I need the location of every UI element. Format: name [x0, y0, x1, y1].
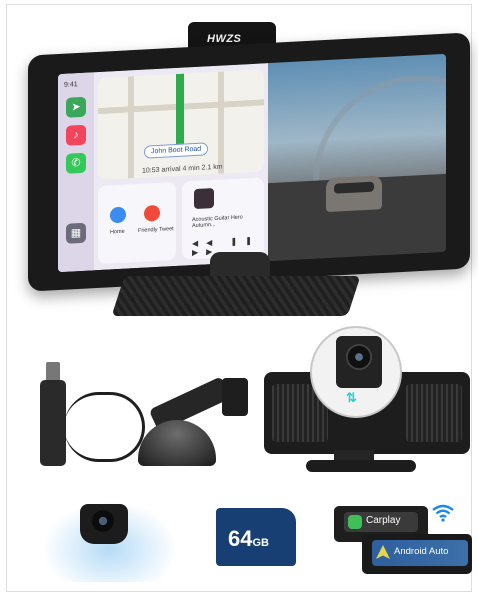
map-route: [176, 73, 184, 144]
map-destination-label: John Boot Road: [144, 142, 209, 159]
phone-icon[interactable]: ✆: [66, 152, 86, 174]
map-street: [128, 76, 134, 179]
anti-slip-base: [111, 276, 361, 316]
sd-capacity-unit: GB: [252, 537, 269, 549]
song-title: Acoustic Guitar Hero Autumn...: [192, 214, 243, 230]
sd-capacity-number: 64: [228, 526, 253, 551]
android-auto-label: Android Auto: [394, 546, 449, 557]
home-icon[interactable]: [110, 206, 126, 224]
map-street: [218, 71, 224, 174]
map-card[interactable]: John Boot Road 10:53 arrival 4 min 2.1 k…: [98, 69, 264, 181]
carplay-interface: 9:41 ➤ ♪ ✆ ▦ John Boot Road 10:53 arriva…: [58, 63, 268, 273]
now-playing-tile[interactable]: Acoustic Guitar Hero Autumn... ◀◀ ❚❚ ▶▶: [182, 177, 264, 260]
dash-screen-display: 9:41 ➤ ♪ ✆ ▦ John Boot Road 10:53 arriva…: [58, 53, 446, 273]
status-time: 9:41: [64, 81, 78, 89]
carplay-label: Carplay: [366, 515, 401, 526]
friendly-label: Friendly Tweet: [138, 226, 174, 234]
album-art: [194, 187, 214, 210]
eta-info: 10:53 arrival 4 min 2.1 km: [142, 163, 223, 175]
suction-mount-plate: [222, 378, 248, 416]
car-charger: [40, 380, 66, 466]
carplay-icon: [348, 515, 362, 529]
car-image: [326, 175, 382, 213]
charger-tip: [46, 362, 60, 382]
wifi-icon: [432, 504, 454, 527]
brand-logo: HWZS: [207, 33, 242, 45]
swap-arrows-icon: ⇅: [346, 390, 357, 405]
music-icon[interactable]: ♪: [66, 124, 86, 146]
carplay-sidebar: 9:41 ➤ ♪ ✆ ▦: [58, 72, 94, 273]
back-base: [306, 460, 416, 472]
grid-icon[interactable]: ▦: [66, 222, 86, 244]
shortcut-tile[interactable]: Home Friendly Tweet: [98, 181, 176, 265]
camera-lens: [346, 344, 372, 370]
pin-icon[interactable]: [144, 204, 160, 222]
maps-icon[interactable]: ➤: [66, 96, 86, 118]
speaker-vent: [406, 384, 462, 442]
sd-capacity: 64GB: [228, 526, 269, 552]
home-label: Home: [110, 228, 125, 236]
charging-cable: [64, 392, 145, 462]
rear-camera-lens: [92, 510, 114, 532]
